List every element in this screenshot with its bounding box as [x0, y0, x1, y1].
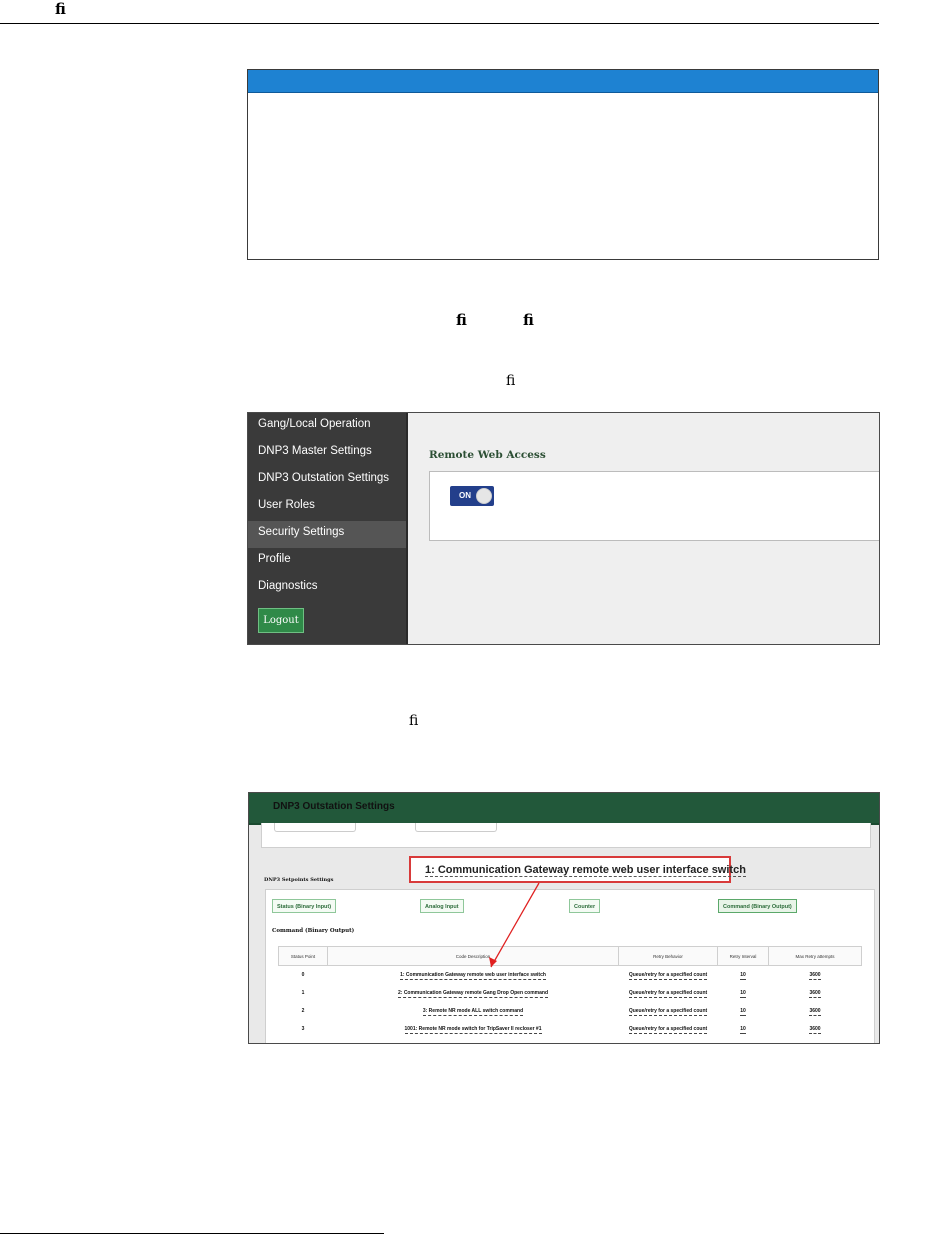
toggle-knob — [476, 488, 492, 504]
security-settings-screenshot: Gang/Local Operation DNP3 Master Setting… — [247, 412, 880, 645]
footnote-rule — [0, 1233, 384, 1234]
callout-arrow-line — [490, 882, 540, 968]
sidebar: Gang/Local Operation DNP3 Master Setting… — [248, 413, 408, 644]
note-box-header-bar — [248, 70, 878, 93]
sidebar-item-user-roles[interactable]: User Roles — [248, 494, 406, 521]
note-box — [247, 69, 879, 260]
sidebar-item-dnp3-master-settings[interactable]: DNP3 Master Settings — [248, 440, 406, 467]
sidebar-item-diagnostics[interactable]: Diagnostics — [248, 575, 406, 602]
body-glyph-3: ﬁ — [409, 713, 419, 729]
main-content: Remote Web Access ON — [408, 413, 879, 644]
header-rule — [0, 23, 879, 24]
header-ligature-glyph: ﬁ — [55, 0, 66, 18]
sidebar-item-security-settings[interactable]: Security Settings — [248, 521, 406, 548]
sidebar-item-dnp3-outstation-settings[interactable]: DNP3 Outstation Settings — [248, 467, 406, 494]
toggle-state-label: ON — [459, 491, 471, 500]
sidebar-item-profile[interactable]: Profile — [248, 548, 406, 575]
remote-web-access-panel: ON — [429, 471, 879, 541]
body-glyph-1b: ﬁ — [523, 311, 534, 329]
callout-arrow — [489, 882, 540, 968]
body-glyph-2: ﬁ — [506, 373, 516, 389]
sidebar-item-gang-local-operation[interactable]: Gang/Local Operation — [248, 413, 406, 440]
logout-button[interactable]: Logout — [258, 608, 304, 633]
dnp3-outstation-screenshot: DNP3 Outstation Settings DNP3 Setpoints … — [248, 792, 880, 1044]
remote-web-access-toggle[interactable]: ON — [450, 486, 494, 506]
remote-web-access-title: Remote Web Access — [429, 449, 546, 461]
body-glyph-1a: ﬁ — [456, 311, 467, 329]
